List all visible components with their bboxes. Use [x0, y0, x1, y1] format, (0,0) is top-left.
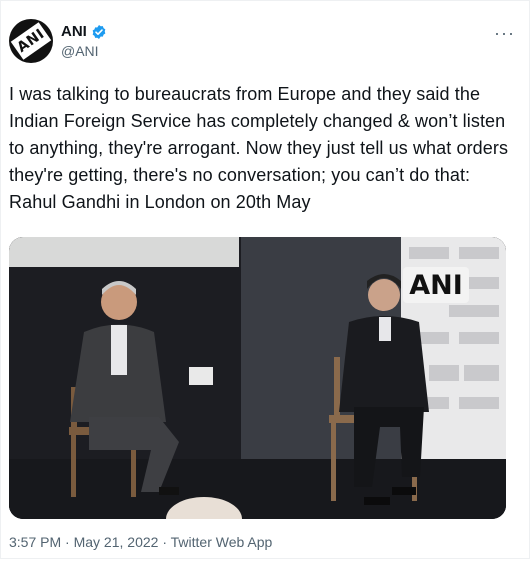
- avatar[interactable]: ANI: [9, 19, 53, 63]
- author-block: ANI @ANI: [61, 23, 107, 59]
- tweet-time[interactable]: 3:57 PM: [9, 534, 61, 550]
- tweet-text: I was talking to bureaucrats from Europe…: [9, 84, 509, 212]
- ani-logo: ANI: [10, 22, 52, 60]
- tweet-client[interactable]: Twitter Web App: [171, 534, 273, 550]
- tweet-header: ANI ANI @ANI ···: [9, 19, 525, 69]
- author-handle[interactable]: @ANI: [61, 43, 107, 59]
- tweet-meta: 3:57 PM · May 21, 2022 · Twitter Web App: [9, 534, 272, 550]
- tweet-media-image[interactable]: ANI: [9, 237, 506, 519]
- author-name[interactable]: ANI: [61, 23, 87, 40]
- tweet-card: ANI ANI @ANI ··· I was talking to bureau…: [0, 0, 530, 559]
- meta-separator: ·: [158, 534, 171, 550]
- ani-watermark: ANI: [403, 267, 469, 303]
- verified-badge-icon: [91, 24, 107, 40]
- more-options-icon[interactable]: ···: [494, 23, 515, 44]
- tweet-date[interactable]: May 21, 2022: [74, 534, 159, 550]
- meta-separator: ·: [61, 534, 74, 550]
- name-row: ANI: [61, 23, 107, 40]
